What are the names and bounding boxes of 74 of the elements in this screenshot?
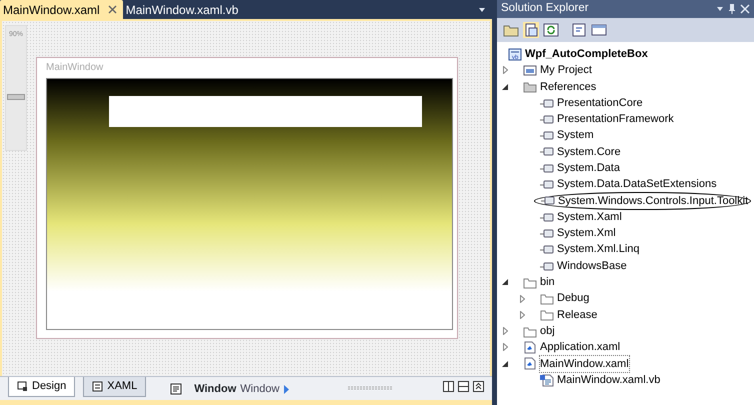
dropdown-icon[interactable] — [478, 7, 486, 13]
folder-icon — [523, 324, 537, 338]
tree-item[interactable]: MainWindow.xaml.vb — [557, 372, 660, 388]
xaml-file-icon — [523, 340, 537, 354]
tree-item[interactable]: References — [540, 78, 596, 95]
folder-icon — [523, 276, 537, 289]
tree-item[interactable]: MainWindow.xaml — [540, 356, 629, 372]
breadcrumb-name[interactable]: Window — [240, 381, 280, 398]
collapsed-arrow-icon[interactable] — [520, 310, 524, 319]
design-icon — [17, 380, 28, 392]
reference-icon — [541, 194, 555, 208]
reference-icon — [540, 210, 554, 224]
tree-item[interactable]: System.Xml — [557, 225, 616, 242]
vb-file-icon — [540, 374, 554, 387]
view-code-icon[interactable] — [571, 22, 587, 38]
view-designer-icon[interactable] — [591, 22, 607, 38]
split-horizontal-icon[interactable] — [458, 381, 469, 392]
tree-item[interactable]: PresentationFramework — [557, 111, 674, 128]
dropdown-icon[interactable] — [716, 6, 724, 12]
document-icon — [170, 383, 182, 396]
view-tab[interactable]: XAML — [83, 377, 146, 396]
tree-item[interactable]: PresentationCore — [557, 94, 643, 112]
split-vertical-icon[interactable] — [443, 381, 454, 392]
reference-icon — [540, 145, 554, 158]
xaml-icon — [92, 380, 104, 392]
reference-icon — [540, 226, 554, 240]
collapsed-arrow-icon[interactable] — [502, 327, 508, 336]
tree-item[interactable]: Wpf_AutoCompleteBox — [525, 46, 648, 62]
splitter-handle[interactable] — [348, 386, 392, 390]
show-files-icon[interactable] — [523, 22, 539, 38]
reference-icon — [540, 96, 554, 110]
reference-icon — [540, 260, 554, 272]
tree-item[interactable]: System.Data — [557, 160, 620, 176]
tree-item[interactable]: My Project — [540, 62, 592, 79]
reference-icon — [540, 162, 554, 175]
collapsed-arrow-icon[interactable] — [520, 294, 524, 303]
expanded-arrow-icon[interactable] — [502, 279, 508, 286]
refresh-icon[interactable] — [543, 22, 559, 38]
window-title: MainWindow — [46, 61, 104, 75]
tree-item[interactable]: Release — [557, 306, 598, 324]
collapsed-arrow-icon[interactable] — [502, 66, 508, 74]
tree-item[interactable]: System.Xml.Linq — [557, 241, 640, 258]
slider-thumb[interactable] — [7, 94, 25, 100]
collapsed-arrow-icon[interactable] — [502, 343, 508, 352]
expanded-arrow-icon[interactable] — [502, 84, 508, 90]
panel-title: Solution Explorer — [501, 1, 589, 16]
arrow-icon[interactable] — [283, 384, 290, 394]
tree-item[interactable]: bin — [540, 274, 555, 291]
tree-item[interactable]: WindowsBase — [557, 258, 627, 274]
view-tab[interactable]: Design — [8, 377, 76, 396]
properties-icon — [523, 64, 537, 77]
reference-icon — [540, 112, 554, 126]
pin-icon[interactable] — [728, 3, 736, 15]
tree-item[interactable]: System.Windows.Controls.Input.Toolkit — [558, 192, 748, 210]
references-folder-icon — [523, 80, 537, 94]
reference-icon — [540, 178, 554, 192]
tree-item[interactable]: Debug — [557, 290, 590, 307]
reference-icon — [540, 129, 554, 142]
tree-item[interactable]: System — [557, 127, 594, 144]
folder-icon — [540, 308, 554, 322]
document-tab[interactable]: MainWindow.xaml — [0, 0, 123, 19]
close-icon[interactable] — [108, 5, 117, 14]
folder-icon — [540, 292, 554, 306]
tree-item[interactable]: Application.xaml — [540, 339, 620, 356]
breadcrumb-element[interactable]: Window — [194, 381, 236, 398]
tree-item[interactable]: System.Core — [557, 144, 621, 160]
reference-icon — [540, 243, 554, 256]
expanded-arrow-icon[interactable] — [502, 360, 508, 367]
document-tab[interactable]: MainWindow.xaml.vb — [122, 0, 244, 19]
tree-item[interactable]: obj — [540, 322, 555, 340]
collapse-pane-icon[interactable] — [473, 381, 484, 392]
xaml-file-icon — [523, 357, 537, 370]
tree-item[interactable]: System.Xaml — [557, 208, 622, 226]
tree-item[interactable]: System.Data.DataSetExtensions — [557, 176, 717, 193]
